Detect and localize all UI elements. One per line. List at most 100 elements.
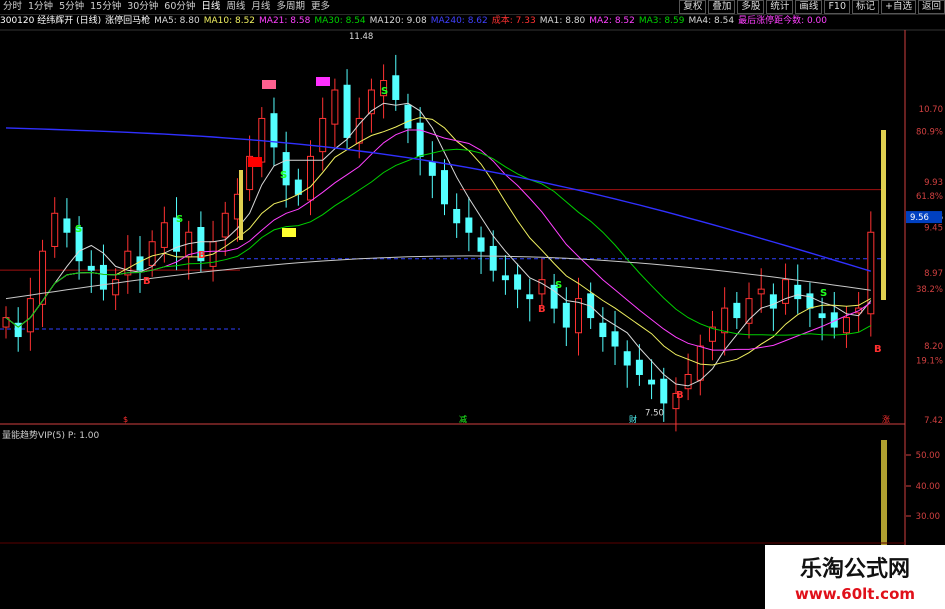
sell-marker-3: S bbox=[381, 86, 388, 97]
red-signal-box bbox=[248, 157, 262, 167]
toolbar-button-7[interactable]: +自选 bbox=[881, 0, 916, 14]
candle-body-56 bbox=[684, 373, 692, 390]
price-tick-label-8: 8.20 bbox=[924, 342, 943, 352]
period-tab-10[interactable]: 更多 bbox=[308, 0, 333, 14]
period-tab-9[interactable]: 多周期 bbox=[273, 0, 308, 14]
toolbar-button-4[interactable]: 画线 bbox=[795, 0, 823, 14]
price-tick-label-10: 7.42 bbox=[924, 416, 943, 426]
toolbar-button-1[interactable]: 叠加 bbox=[708, 0, 736, 14]
toolbar-button-8[interactable]: 返回 bbox=[917, 0, 945, 14]
sell-marker-4: S bbox=[555, 280, 562, 291]
candle-body-4 bbox=[51, 212, 59, 247]
magenta-signal-box bbox=[316, 77, 330, 86]
price-tick-label-3: 61.8% bbox=[916, 192, 943, 202]
candle-body-28 bbox=[343, 84, 351, 138]
candle-body-60 bbox=[733, 302, 741, 319]
candle-body-49 bbox=[599, 322, 607, 338]
period-tab-4[interactable]: 30分钟 bbox=[124, 0, 161, 14]
cost-value: 成本: 7.33 bbox=[491, 16, 536, 26]
low-price-label: 7.50 bbox=[645, 408, 664, 418]
period-tab-7[interactable]: 周线 bbox=[223, 0, 248, 14]
candle-body-46 bbox=[562, 302, 570, 328]
sell-marker-2: S bbox=[280, 170, 287, 181]
period-tab-5[interactable]: 60分钟 bbox=[161, 0, 198, 14]
price-chart[interactable]: 10.70 80.9% 9.93 61.8% 9.569.45 8.97 38.2% 8.20… bbox=[0, 0, 945, 609]
candle-body-32 bbox=[392, 75, 400, 100]
candle-body-67 bbox=[818, 313, 826, 319]
candle-body-50 bbox=[611, 331, 619, 347]
ma2-value: MA2: 8.52 bbox=[589, 16, 635, 26]
candle-body-18 bbox=[221, 212, 229, 238]
period-toolbar: 分时 1分钟 5分钟 15分钟 30分钟 60分钟 日线 周线 月线 多周期 更多 复权 叠加 多股 统计… bbox=[0, 0, 945, 15]
period-tab-0[interactable]: 分时 bbox=[0, 0, 25, 14]
candle-body-59 bbox=[721, 307, 729, 334]
toolbar-button-3[interactable]: 统计 bbox=[766, 0, 794, 14]
watermark-title: 乐淘公式网 bbox=[799, 557, 910, 582]
yellow-signal-box bbox=[282, 228, 296, 237]
toolbar-button-5[interactable]: F10 bbox=[824, 0, 850, 14]
ma-info-bar: 300120 经纬辉开 (日线) 涨停回马枪 MA5: 8.80 MA10: 8… bbox=[0, 15, 930, 28]
buy-marker-3: B bbox=[676, 390, 684, 401]
buy-marker-2: B bbox=[538, 304, 546, 315]
candle-body-27 bbox=[331, 89, 339, 125]
period-tab-2[interactable]: 5分钟 bbox=[56, 0, 87, 14]
candle-body-12 bbox=[148, 241, 156, 266]
ma5-value: MA5: 8.80 bbox=[154, 16, 200, 26]
sell-marker-5: S bbox=[820, 288, 827, 299]
bottom-marker-2: 财 bbox=[629, 414, 637, 424]
candle-body-33 bbox=[404, 104, 412, 129]
candle-body-47 bbox=[574, 298, 582, 334]
candle-body-10 bbox=[124, 250, 132, 276]
period-tab-3[interactable]: 15分钟 bbox=[87, 0, 124, 14]
candle-body-35 bbox=[428, 161, 436, 176]
toolbar-button-6[interactable]: 标记 bbox=[852, 0, 880, 14]
bottom-marker-3: 涨 bbox=[882, 414, 890, 424]
candle-body-5 bbox=[63, 218, 71, 233]
watermark-logo: 乐淘公式网 www.60lt.com bbox=[765, 545, 945, 609]
buy-marker-1: B bbox=[198, 250, 206, 261]
price-tick-label-9: 19.1% bbox=[916, 356, 943, 366]
bottom-marker-1: 减 bbox=[459, 414, 467, 424]
toolbar-button-0[interactable]: 复权 bbox=[679, 0, 707, 14]
ma1-value: MA1: 8.80 bbox=[539, 16, 586, 26]
candle-body-63 bbox=[769, 294, 777, 309]
candle-body-8 bbox=[99, 264, 107, 290]
price-tick-label-0: 10.70 bbox=[919, 105, 943, 115]
stock-code-name: 300120 经纬辉开 (日线) bbox=[0, 16, 102, 26]
period-tab-8[interactable]: 月线 bbox=[248, 0, 273, 14]
ma10-line bbox=[5, 116, 872, 366]
ma3-value: MA3: 8.59 bbox=[638, 16, 685, 26]
price-tick-label-1: 80.9% bbox=[916, 128, 943, 138]
period-tab-6[interactable]: 日线 bbox=[198, 0, 223, 14]
last-limit-up-days: 最后涨停距今数: 0.00 bbox=[738, 16, 827, 26]
period-tab-1[interactable]: 1分钟 bbox=[25, 0, 56, 14]
current-price-label: 9.56 bbox=[910, 213, 929, 223]
candle-body-3 bbox=[39, 250, 47, 305]
ma120-value: MA120: 9.08 bbox=[369, 16, 427, 26]
candle-body-13 bbox=[160, 222, 168, 248]
candle-body-37 bbox=[453, 208, 461, 224]
ma5-line bbox=[5, 102, 872, 387]
candle-body-71 bbox=[867, 231, 875, 315]
limit-up-bar-right bbox=[881, 130, 886, 300]
high-price-label: 11.48 bbox=[349, 32, 373, 42]
buy-marker-4: B bbox=[874, 344, 882, 355]
sub-axis-label-1: 40.00 bbox=[916, 482, 940, 492]
buy-marker-0: B bbox=[143, 276, 151, 287]
sell-marker-0: S bbox=[75, 224, 82, 235]
candle-body-11 bbox=[136, 256, 144, 271]
candle-body-42 bbox=[514, 274, 522, 290]
ma21-value: MA21: 8.58 bbox=[259, 16, 311, 26]
sub-indicator-name: 量能趋势VIP(5) bbox=[2, 431, 65, 441]
candle-body-7 bbox=[87, 265, 95, 271]
price-tick-label-2: 9.93 bbox=[924, 178, 943, 188]
ma240-line bbox=[5, 127, 872, 272]
limit-up-bar-left bbox=[239, 170, 243, 240]
price-tick-label-5: 9.45 bbox=[924, 224, 943, 234]
sell-marker-1: S bbox=[176, 214, 183, 225]
toolbar-button-2[interactable]: 多股 bbox=[737, 0, 765, 14]
sub-axis-label-2: 30.00 bbox=[916, 512, 940, 522]
candle-body-65 bbox=[794, 284, 802, 300]
candle-body-51 bbox=[623, 351, 631, 366]
ma10-value: MA10: 8.52 bbox=[203, 16, 256, 26]
